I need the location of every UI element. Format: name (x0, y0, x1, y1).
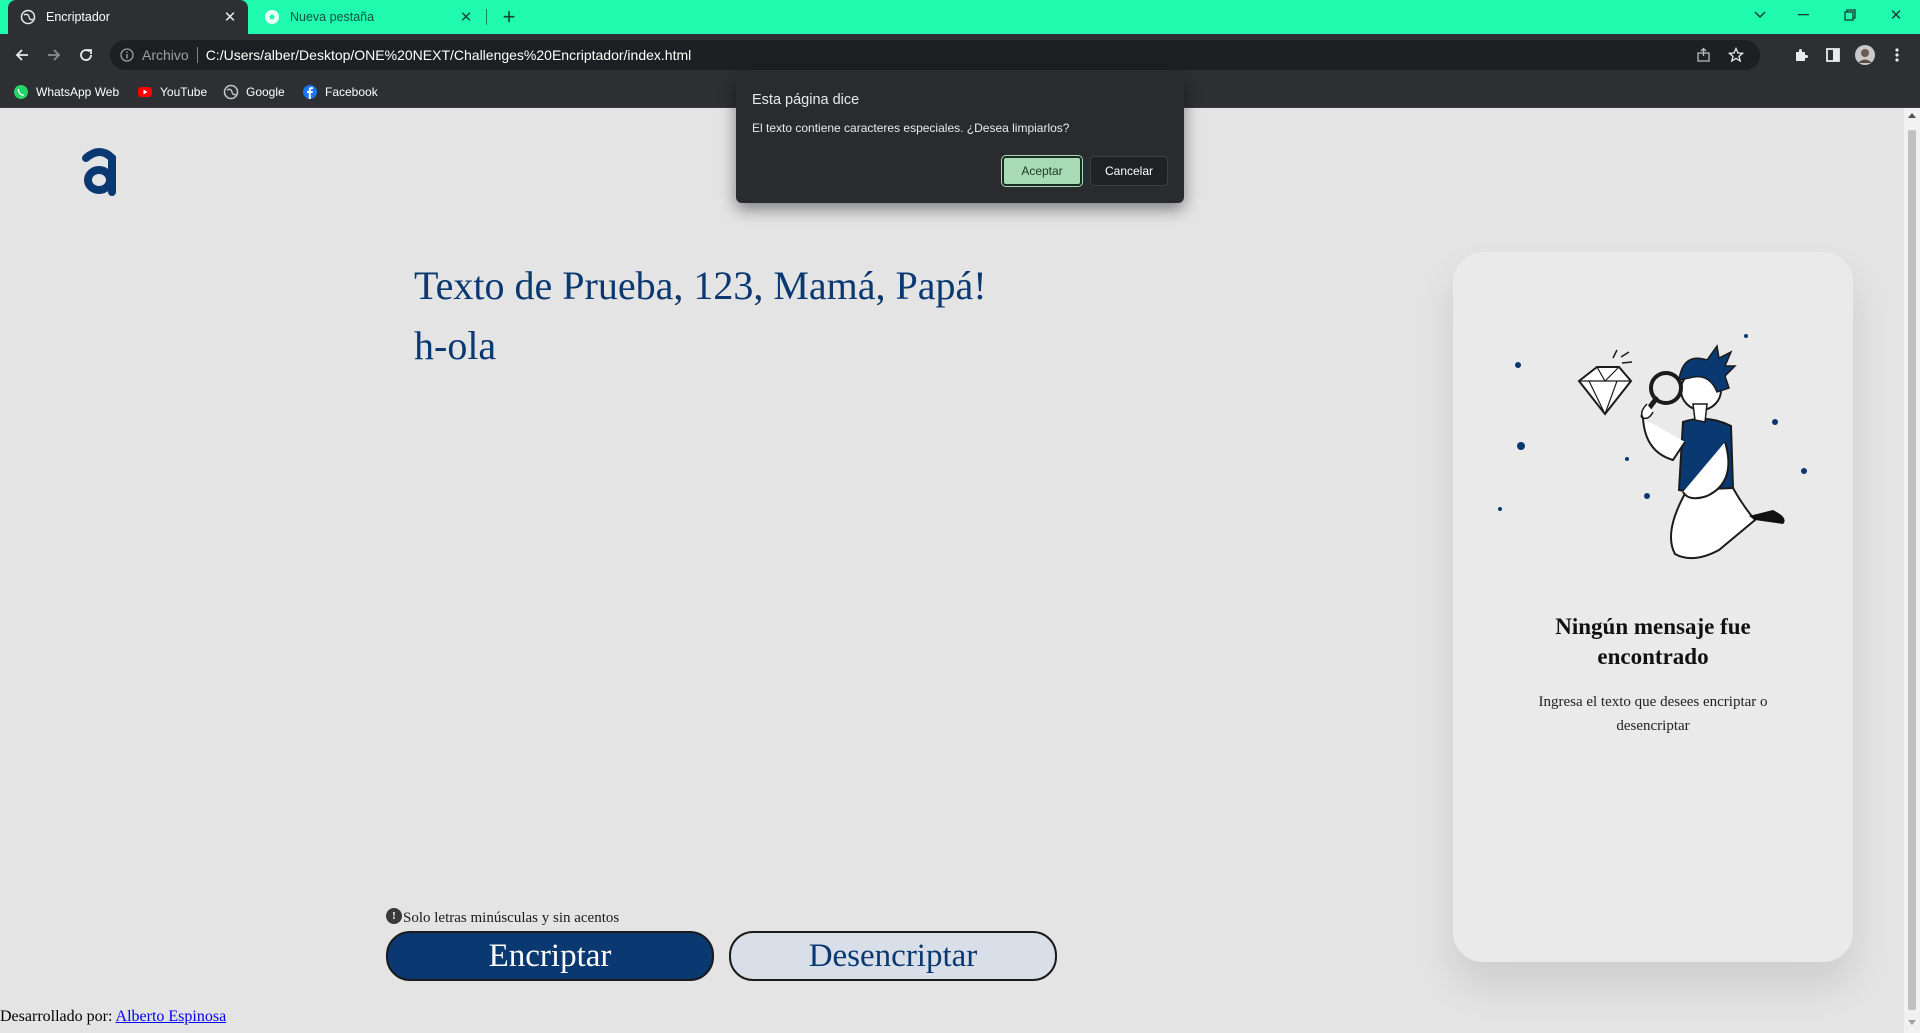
close-window-icon[interactable]: ✕ (1876, 0, 1916, 30)
scroll-down-icon[interactable] (1908, 1020, 1916, 1025)
back-icon[interactable] (10, 43, 34, 67)
scrollbar-thumb[interactable] (1908, 130, 1916, 1010)
author-link[interactable]: Alberto Espinosa (116, 1008, 227, 1025)
bookmark-youtube[interactable]: YouTube (137, 83, 207, 101)
alura-logo (80, 144, 120, 200)
side-panel-icon[interactable] (1820, 43, 1846, 67)
extensions-icon[interactable] (1788, 43, 1814, 67)
tab-encriptador[interactable]: Encriptador ✕ (8, 0, 248, 34)
new-tab-button[interactable]: + (496, 4, 522, 29)
bookmark-google[interactable]: Google (223, 83, 285, 101)
share-icon[interactable] (1690, 40, 1718, 70)
minimize-icon[interactable] (1784, 0, 1824, 30)
restore-icon[interactable] (1830, 0, 1870, 30)
reload-icon[interactable] (74, 43, 98, 67)
info-icon[interactable] (118, 46, 136, 64)
whatsapp-icon (13, 84, 29, 100)
bookmark-label: Google (246, 85, 285, 99)
facebook-icon (302, 84, 318, 100)
alert-dialog: Esta página dice El texto contiene carac… (736, 73, 1184, 203)
tab-search-icon[interactable] (1740, 0, 1780, 30)
bookmark-facebook[interactable]: Facebook (302, 83, 378, 101)
dialog-title: Esta página dice (752, 92, 860, 108)
bookmark-star-icon[interactable] (1722, 40, 1750, 70)
bookmark-whatsapp[interactable]: WhatsApp Web (13, 83, 119, 101)
card-title: Ningún mensaje fue encontrado (1555, 614, 1751, 669)
scrollbar[interactable] (1904, 108, 1920, 1033)
output-card: Ningún mensaje fue encontrado Ingresa el… (1453, 252, 1853, 962)
chrome-icon (264, 9, 280, 25)
dialog-message: El texto contiene caracteres especiales.… (752, 121, 1070, 135)
globe-icon (20, 9, 36, 25)
globe-icon (223, 84, 239, 100)
tab-title: Nueva pestaña (290, 10, 375, 24)
footer-prefix: Desarrollado por: (0, 1008, 116, 1025)
address-bar[interactable]: Archivo C:/Users/alber/Desktop/ONE%20NEX… (110, 40, 1760, 70)
url-text[interactable]: C:/Users/alber/Desktop/ONE%20NEXT/Challe… (206, 47, 692, 63)
close-tab-icon[interactable]: ✕ (456, 7, 476, 27)
cancel-button[interactable]: Cancelar (1090, 156, 1168, 186)
scheme-label: Archivo (142, 47, 189, 63)
info-icon: ! (386, 907, 402, 924)
tab-title: Encriptador (46, 10, 110, 24)
card-description: Ingresa el texto que desees encriptar o … (1538, 694, 1768, 734)
forward-icon[interactable] (42, 43, 66, 67)
illustration-person-magnifier (1493, 292, 1813, 592)
address-divider (196, 47, 198, 63)
page-content: Texto de Prueba, 123, Mamá, Papá! h-ola … (0, 108, 1904, 1033)
accept-button[interactable]: Aceptar (1002, 156, 1082, 186)
menu-dots-icon[interactable] (1884, 43, 1910, 67)
bookmark-label: WhatsApp Web (36, 85, 120, 99)
hint-text: Solo letras minúsculas y sin acentos (403, 910, 620, 926)
tab-nueva-pestana[interactable]: Nueva pestaña ✕ (252, 0, 484, 34)
encrypt-button[interactable]: Encriptar (386, 931, 714, 981)
text-input-area[interactable]: Texto de Prueba, 123, Mamá, Papá! h-ola (414, 256, 1314, 376)
decrypt-button[interactable]: Desencriptar (729, 931, 1057, 981)
bookmark-label: Facebook (325, 85, 378, 99)
close-tab-icon[interactable]: ✕ (220, 7, 240, 27)
footer: Desarrollado por: Alberto Espinosa (0, 1008, 226, 1026)
scroll-up-icon[interactable] (1908, 113, 1916, 118)
bookmark-label: YouTube (160, 85, 208, 99)
browser-toolbar: Archivo C:/Users/alber/Desktop/ONE%20NEX… (0, 34, 1920, 76)
tab-strip: Encriptador ✕ Nueva pestaña ✕ + ✕ (0, 0, 1920, 34)
profile-avatar[interactable] (1852, 43, 1878, 67)
youtube-icon (137, 84, 153, 100)
tab-divider (486, 9, 487, 25)
input-hint: ! Solo letras minúsculas y sin acentos (386, 907, 620, 927)
